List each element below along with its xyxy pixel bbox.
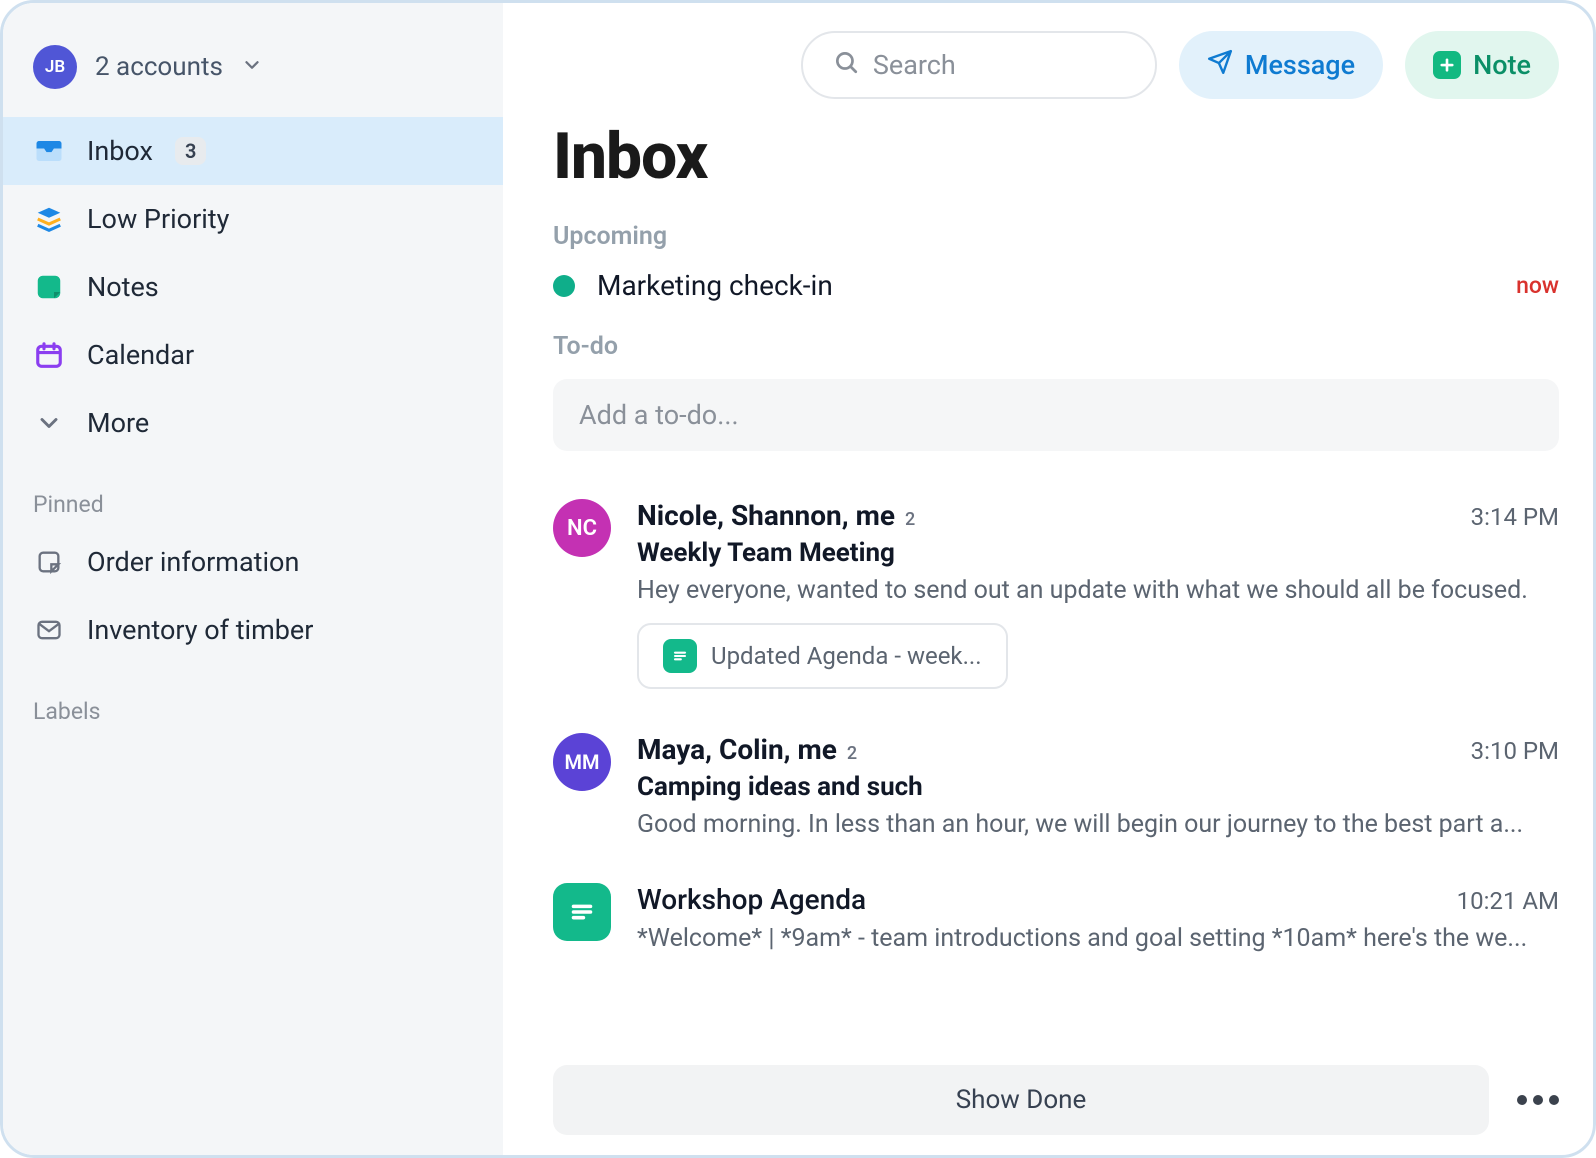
page-title: Inbox [553, 119, 1559, 194]
inbox-count-badge: 3 [175, 137, 206, 165]
button-label: Message [1245, 49, 1355, 81]
send-icon [1207, 49, 1233, 82]
thread-participants: Nicole, Shannon, me [637, 499, 895, 532]
thread-subject: Camping ideas and such [637, 772, 1559, 802]
topbar: Search Message Note [553, 31, 1559, 99]
attachment-label: Updated Agenda - week... [711, 642, 982, 670]
chevron-down-icon [241, 54, 263, 80]
plus-icon [1433, 51, 1461, 79]
search-input[interactable]: Search [801, 31, 1157, 99]
footer-bar: Show Done [553, 1065, 1559, 1135]
thread-preview: Good morning. In less than an hour, we w… [637, 810, 1559, 839]
note-body: Workshop Agenda 10:21 AM *Welcome* | *9a… [637, 883, 1559, 953]
todo-section-header: To-do [553, 332, 1559, 361]
thread-item[interactable]: NC Nicole, Shannon, me 2 3:14 PM Weekly … [553, 481, 1559, 715]
upcoming-item[interactable]: Marketing check-in now [553, 269, 1559, 302]
pinned-header: Pinned [3, 457, 503, 528]
pinned-item-order-information[interactable]: Order information [3, 528, 503, 596]
search-placeholder: Search [873, 49, 956, 81]
show-done-button[interactable]: Show Done [553, 1065, 1489, 1135]
compose-message-button[interactable]: Message [1179, 31, 1383, 99]
thread-time: 3:10 PM [1471, 737, 1559, 765]
upcoming-title: Marketing check-in [597, 269, 833, 302]
thread-count: 2 [905, 509, 915, 530]
labels-header: Labels [3, 664, 503, 735]
nav: Inbox 3 Low Priority Notes Calendar [3, 117, 503, 457]
sidebar-item-more[interactable]: More [3, 389, 503, 457]
note-title: Workshop Agenda [637, 883, 866, 916]
note-icon [553, 883, 611, 941]
sidebar-item-label: Calendar [87, 339, 194, 371]
todo-placeholder: Add a to-do... [579, 399, 739, 431]
sidebar-item-calendar[interactable]: Calendar [3, 321, 503, 389]
note-time: 10:21 AM [1457, 887, 1559, 915]
app-frame: JB 2 accounts Inbox 3 Low Priority [0, 0, 1596, 1158]
search-icon [833, 49, 859, 82]
sidebar-item-label: Notes [87, 271, 159, 303]
sidebar-item-label: Low Priority [87, 203, 229, 235]
sidebar-item-label: More [87, 407, 149, 439]
thread-body: Nicole, Shannon, me 2 3:14 PM Weekly Tea… [637, 499, 1559, 689]
note-item[interactable]: Workshop Agenda 10:21 AM *Welcome* | *9a… [553, 865, 1559, 979]
thread-count: 2 [847, 743, 857, 764]
chevron-down-icon [33, 407, 65, 439]
button-label: Note [1473, 49, 1531, 81]
calendar-icon [33, 339, 65, 371]
thread-time: 3:14 PM [1471, 503, 1559, 531]
pinned-item-label: Inventory of timber [87, 614, 313, 646]
avatar: JB [33, 45, 77, 89]
note-icon [663, 639, 697, 673]
compose-note-button[interactable]: Note [1405, 31, 1559, 99]
thread-subject: Weekly Team Meeting [637, 538, 1559, 568]
upcoming-time: now [1516, 272, 1559, 299]
attachment-chip[interactable]: Updated Agenda - week... [637, 623, 1008, 689]
inbox-icon [33, 135, 65, 167]
more-options-button[interactable] [1517, 1095, 1559, 1105]
note-preview: *Welcome* | *9am* - team introductions a… [637, 924, 1559, 953]
notes-icon [33, 271, 65, 303]
sidebar-item-inbox[interactable]: Inbox 3 [3, 117, 503, 185]
todo-input[interactable]: Add a to-do... [553, 379, 1559, 451]
sidebar-item-label: Inbox [87, 135, 153, 167]
stack-icon [33, 203, 65, 235]
status-dot-icon [553, 275, 575, 297]
thread-body: Maya, Colin, me 2 3:10 PM Camping ideas … [637, 733, 1559, 839]
account-switcher[interactable]: JB 2 accounts [3, 23, 503, 117]
avatar: NC [553, 499, 611, 557]
pinned-item-inventory[interactable]: Inventory of timber [3, 596, 503, 664]
dot-icon [1517, 1095, 1527, 1105]
dot-icon [1533, 1095, 1543, 1105]
thread-item[interactable]: MM Maya, Colin, me 2 3:10 PM Camping ide… [553, 715, 1559, 865]
dot-icon [1549, 1095, 1559, 1105]
pinned-item-label: Order information [87, 546, 299, 578]
account-label: 2 accounts [95, 52, 223, 82]
note-outline-icon [33, 546, 65, 578]
sidebar: JB 2 accounts Inbox 3 Low Priority [3, 3, 503, 1155]
sidebar-item-low-priority[interactable]: Low Priority [3, 185, 503, 253]
sidebar-item-notes[interactable]: Notes [3, 253, 503, 321]
mail-icon [33, 614, 65, 646]
thread-preview: Hey everyone, wanted to send out an upda… [637, 576, 1559, 605]
avatar: MM [553, 733, 611, 791]
upcoming-section-header: Upcoming [553, 222, 1559, 251]
main: Search Message Note Inbox Upcoming Marke… [503, 3, 1593, 1155]
thread-participants: Maya, Colin, me [637, 733, 837, 766]
